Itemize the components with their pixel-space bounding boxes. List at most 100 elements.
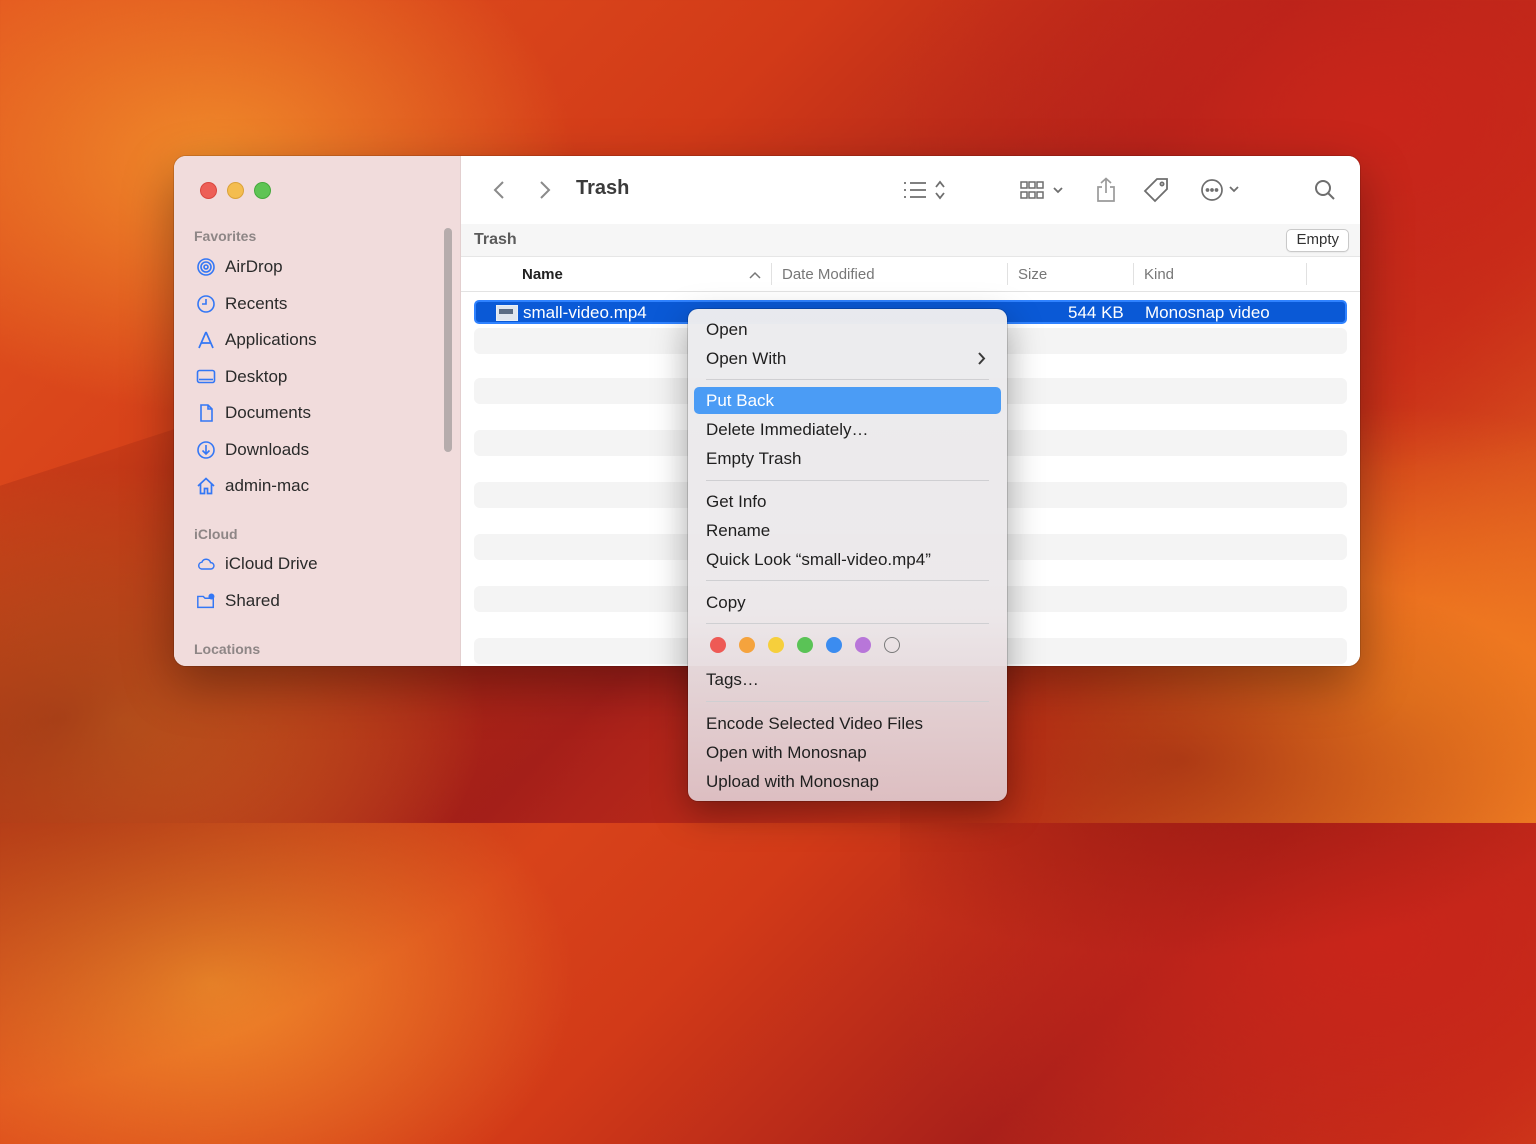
menu-item-label: Get Info [706, 492, 767, 511]
menu-item-label: Delete Immediately… [706, 420, 869, 439]
file-kind: Monosnap video [1145, 303, 1270, 322]
sidebar-item-icloud-drive[interactable]: iCloud Drive [196, 549, 318, 579]
sidebar-item-label: admin-mac [225, 476, 310, 495]
menu-item-label: Open With [706, 349, 787, 368]
share-icon [1097, 177, 1115, 202]
menu-item-empty-trash[interactable]: Empty Trash [694, 445, 1001, 472]
menu-item-copy[interactable]: Copy [694, 589, 1001, 616]
applications-icon [196, 330, 216, 350]
menu-item-encode-video[interactable]: Encode Selected Video Files [694, 710, 1001, 737]
menu-item-rename[interactable]: Rename [694, 517, 1001, 544]
chevron-left-icon [493, 181, 504, 199]
column-date-modified[interactable]: Date Modified [782, 266, 875, 283]
tag-none-dot[interactable] [884, 637, 900, 653]
column-divider [1306, 263, 1307, 285]
sidebar-item-downloads[interactable]: Downloads [196, 435, 309, 465]
sidebar-item-documents[interactable]: Documents [196, 398, 311, 428]
sidebar-section-icloud: iCloud [194, 526, 238, 542]
sort-ascending-icon [749, 271, 761, 279]
menu-item-tags[interactable]: Tags… [694, 666, 1001, 693]
menu-item-delete-immediately[interactable]: Delete Immediately… [694, 416, 1001, 443]
menu-item-label: Tags… [706, 670, 759, 689]
sidebar-item-label: iCloud Drive [225, 554, 318, 573]
menu-item-label: Upload with Monosnap [706, 772, 879, 791]
close-button[interactable] [200, 182, 217, 199]
airdrop-icon [196, 257, 216, 277]
column-kind[interactable]: Kind [1144, 266, 1174, 283]
video-file-icon [496, 305, 518, 321]
column-header: Name Date Modified Size Kind [461, 257, 1360, 292]
menu-item-label: Open [706, 320, 748, 339]
menu-item-label: Encode Selected Video Files [706, 714, 924, 733]
group-button[interactable] [1019, 176, 1069, 204]
sidebar-item-desktop[interactable]: Desktop [196, 362, 287, 392]
window-controls [200, 182, 271, 199]
sidebar-item-home[interactable]: admin-mac [196, 471, 309, 501]
download-icon [196, 440, 216, 460]
sidebar-item-label: Documents [225, 403, 311, 422]
empty-trash-button[interactable]: Empty [1286, 229, 1349, 252]
sidebar-item-label: Desktop [225, 367, 288, 386]
column-size[interactable]: Size [1018, 266, 1047, 283]
tag-blue-dot[interactable] [826, 637, 842, 653]
sidebar-item-label: Recents [225, 294, 288, 313]
context-menu: Open Open With Put Back Delete Immediate… [688, 309, 1007, 801]
sidebar: Favorites AirDrop Recents Applications D… [174, 156, 461, 666]
home-icon [196, 476, 216, 496]
chevron-right-icon [977, 345, 987, 381]
menu-item-open-with-monosnap[interactable]: Open with Monosnap [694, 739, 1001, 766]
column-divider [1133, 263, 1134, 285]
sidebar-item-recents[interactable]: Recents [196, 289, 287, 319]
menu-separator [706, 701, 989, 702]
cloud-icon [196, 554, 216, 574]
menu-item-get-info[interactable]: Get Info [694, 488, 1001, 515]
menu-item-label: Put Back [706, 391, 775, 410]
sidebar-item-label: Applications [225, 330, 317, 349]
clock-icon [196, 294, 216, 314]
sidebar-item-airdrop[interactable]: AirDrop [196, 252, 283, 282]
menu-item-quick-look[interactable]: Quick Look “small-video.mp4” [694, 546, 1001, 573]
tag-green-dot[interactable] [797, 637, 813, 653]
search-button[interactable] [1312, 176, 1338, 204]
menu-item-upload-with-monosnap[interactable]: Upload with Monosnap [694, 768, 1001, 795]
menu-item-label: Copy [706, 593, 746, 612]
sidebar-section-locations: Locations [194, 641, 261, 657]
menu-item-put-back[interactable]: Put Back [694, 387, 1001, 414]
view-options-button[interactable] [902, 176, 952, 204]
back-button[interactable] [487, 176, 511, 204]
menu-item-label: Empty Trash [706, 449, 802, 468]
tag-purple-dot[interactable] [855, 637, 871, 653]
menu-item-open[interactable]: Open [694, 316, 1001, 343]
toolbar: Trash [461, 156, 1360, 225]
menu-separator [706, 623, 989, 624]
menu-item-label: Open with Monosnap [706, 743, 867, 762]
zoom-button[interactable] [254, 182, 271, 199]
minimize-button[interactable] [227, 182, 244, 199]
file-name: small-video.mp4 [523, 303, 647, 322]
document-icon [196, 403, 216, 423]
action-menu-button[interactable] [1199, 176, 1249, 204]
more-icon [1201, 179, 1239, 201]
sidebar-item-applications[interactable]: Applications [196, 325, 317, 355]
tag-red-dot[interactable] [710, 637, 726, 653]
shared-folder-icon [196, 591, 216, 611]
tag-orange-dot[interactable] [739, 637, 755, 653]
list-view-icon [904, 180, 945, 200]
share-button[interactable] [1095, 176, 1117, 204]
menu-separator [706, 379, 989, 380]
menu-item-label: Rename [706, 521, 771, 540]
menu-item-open-with[interactable]: Open With [694, 345, 1001, 372]
column-name[interactable]: Name [522, 266, 563, 283]
tag-button[interactable] [1142, 176, 1170, 204]
tag-yellow-dot[interactable] [768, 637, 784, 653]
chevron-right-icon [540, 181, 551, 199]
window-title: Trash [576, 177, 630, 199]
sidebar-scrollbar[interactable] [444, 228, 452, 452]
forward-button[interactable] [533, 176, 557, 204]
sidebar-item-shared[interactable]: Shared [196, 586, 280, 616]
grid-icon [1020, 181, 1063, 199]
menu-separator [706, 580, 989, 581]
sidebar-item-label: AirDrop [225, 257, 283, 276]
column-divider [1007, 263, 1008, 285]
desktop-icon [196, 367, 216, 387]
